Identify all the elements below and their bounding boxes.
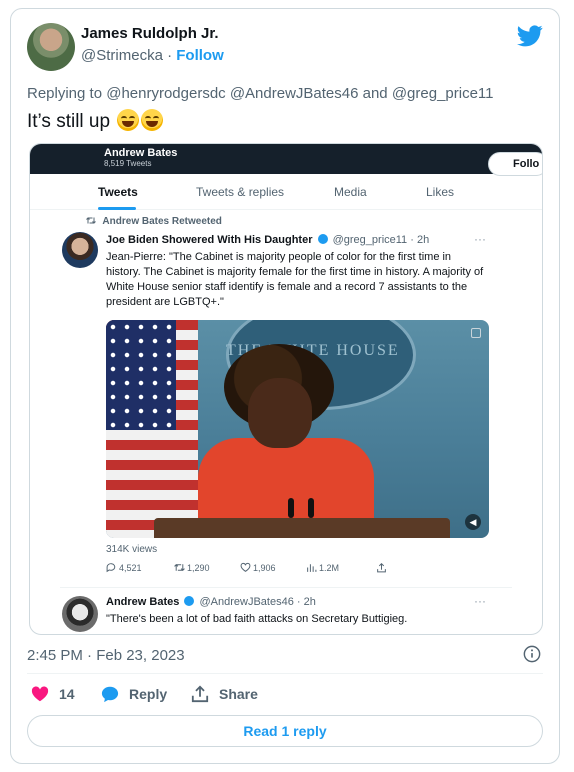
press-briefing-video: THE WHITE HOUSE ◀	[106, 320, 489, 538]
reply-bubble-icon	[101, 686, 119, 703]
microphone	[288, 498, 294, 518]
engagement-bar: 14 Reply Share	[27, 685, 347, 705]
heart-outline-icon	[240, 562, 251, 572]
view-count: 1.2M	[319, 563, 340, 573]
replying-to-line: Replying to @henryrodgersdc @AndrewJBate…	[27, 85, 494, 102]
retweet-icon	[86, 217, 96, 224]
analytics-icon	[307, 564, 317, 572]
profile-tweet-count: 8,519 Tweets	[104, 159, 152, 168]
share-icon	[191, 685, 209, 703]
divider	[27, 673, 543, 674]
author-handle-row: @Strimecka · Follow	[81, 47, 224, 64]
author-avatar[interactable]	[27, 23, 75, 71]
profile-follow-button: Follo	[488, 152, 542, 176]
inner-divider	[60, 587, 512, 588]
reply-count: 4,521	[119, 563, 142, 573]
author-handle[interactable]: @Strimecka	[81, 47, 163, 64]
reply-tweet-header: Andrew Bates @AndrewJBates46 · 2h	[106, 596, 316, 608]
quoted-tweet-body: Jean-Pierre: "The Cabinet is majority pe…	[106, 251, 484, 308]
tab-likes: Likes	[426, 185, 455, 199]
reply-button[interactable]: Reply	[101, 685, 167, 703]
profile-header-bar: Andrew Bates 8,519 Tweets Follo	[30, 144, 542, 176]
quoted-tweet-header: Joe Biden Showered With His Daughter @gr…	[106, 234, 429, 246]
embedded-tweet-card: James Ruldolph Jr. @Strimecka · Follow R…	[10, 8, 560, 764]
share-icon	[377, 562, 386, 573]
more-options-icon: ···	[474, 232, 486, 246]
reply-author-name: Andrew Bates	[106, 596, 180, 608]
speaker-face	[248, 378, 312, 448]
heart-icon	[31, 686, 49, 702]
video-view-count: 314K views	[106, 544, 158, 555]
reply-tweet-time: · 2h	[296, 596, 316, 608]
attached-screenshot[interactable]: Andrew Bates 8,519 Tweets Follo Tweets T…	[29, 143, 543, 635]
share-label: Share	[219, 686, 258, 702]
microphone	[308, 498, 314, 518]
quoted-author-handle: @greg_price11	[332, 234, 408, 246]
tab-tweets-replies: Tweets & replies	[196, 185, 285, 199]
follow-link[interactable]: Follow	[176, 47, 224, 64]
verified-badge-icon	[184, 596, 195, 606]
share-stat	[376, 562, 389, 573]
reply-tweet-body: "There's been a lot of bad faith attacks…	[106, 613, 408, 625]
quoted-author-name: Joe Biden Showered With His Daughter	[106, 234, 313, 246]
reply-author-avatar	[62, 596, 98, 632]
views-stat: 1.2M	[306, 562, 339, 573]
podium	[154, 518, 450, 538]
share-button[interactable]: Share	[191, 685, 258, 703]
like-stat: 1,906	[240, 562, 276, 573]
tab-tweets: Tweets	[98, 185, 138, 199]
tweet-timestamp[interactable]: 2:45 PM · Feb 23, 2023	[27, 647, 185, 664]
retweet-label: Andrew Bates Retweeted	[86, 216, 222, 227]
profile-name: Andrew Bates	[104, 147, 178, 159]
verified-badge-icon	[317, 234, 328, 244]
twitter-bird-icon[interactable]	[517, 25, 543, 47]
more-options-icon: ···	[474, 594, 486, 608]
profile-tabs: Tweets Tweets & replies Media Likes	[30, 174, 542, 210]
retweeted-by-text: Andrew Bates Retweeted	[102, 216, 222, 227]
read-replies-button[interactable]: Read 1 reply	[27, 715, 543, 747]
tweet-text: It’s still up	[27, 109, 164, 133]
reply-label: Reply	[129, 686, 168, 702]
tears-of-joy-emoji-icon	[117, 109, 140, 131]
like-button[interactable]: 14	[31, 685, 75, 703]
media-badge-icon	[471, 328, 481, 338]
mute-icon: ◀	[465, 514, 481, 530]
quoted-author-avatar	[62, 232, 98, 268]
quoted-tweet-actions: 4,521 1,290 1,906 1.2M	[106, 562, 406, 576]
retweet-stat: 1,290	[174, 562, 210, 573]
like-count: 14	[59, 686, 75, 702]
tears-of-joy-emoji-icon	[141, 109, 164, 131]
retweet-icon	[174, 564, 185, 571]
american-flag	[106, 320, 198, 538]
active-tab-indicator	[98, 207, 136, 210]
tweet-body: It’s still up	[27, 111, 111, 132]
author-name[interactable]: James Ruldolph Jr.	[81, 25, 219, 42]
retweet-count: 1,290	[187, 563, 210, 573]
reply-stat: 4,521	[106, 562, 142, 573]
reply-author-handle: @AndrewJBates46	[199, 596, 294, 608]
comment-icon	[106, 563, 116, 573]
separator-dot: ·	[167, 47, 173, 64]
tab-media: Media	[334, 185, 367, 199]
info-icon[interactable]	[523, 645, 541, 663]
like-count: 1,906	[253, 563, 276, 573]
quoted-tweet-time: · 2h	[410, 234, 430, 246]
